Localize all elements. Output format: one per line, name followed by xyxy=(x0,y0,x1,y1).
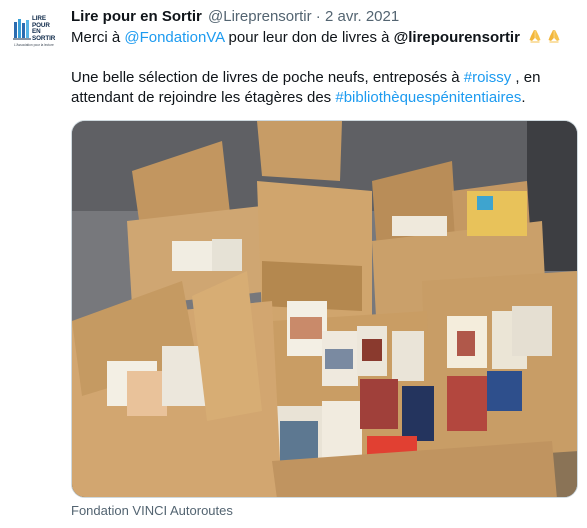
tweet-text-segment: Merci à xyxy=(71,29,125,46)
logo-line-3: SORTIR xyxy=(32,34,56,42)
tweet-photo[interactable] xyxy=(71,120,578,498)
tweet-header: Lire pour en Sortir @Lireprensortir · 2 … xyxy=(71,7,399,27)
avatar[interactable]: LIRE POUR EN SORTIR L'Association pour l… xyxy=(10,10,58,58)
tweet-date[interactable]: 2 avr. 2021 xyxy=(325,8,399,25)
tweet-text-segment: attendant de rejoindre les étagères des xyxy=(71,89,336,106)
folded-hands-emoji xyxy=(529,30,541,43)
logo-tagline: L'Association pour la lecture xyxy=(14,43,54,47)
tweet-text-segment: , en xyxy=(511,69,541,86)
hashtag-roissy[interactable]: #roissy xyxy=(464,69,512,86)
tweet-line-1: Merci à @FondationVA pour leur don de li… xyxy=(71,28,579,48)
hashtag-bibliotheques-penitentiaires[interactable]: #bibliothèquespénitentiaires xyxy=(335,89,521,106)
tweet-line-2: Une belle sélection de livres de poche n… xyxy=(71,68,579,88)
lire-pour-en-sortir-logo: LIRE POUR EN SORTIR L'Association pour l… xyxy=(10,10,58,58)
tweet-text-segment: pour leur don de livres à xyxy=(224,29,394,46)
mention-lirepourensortir[interactable]: @lirepourensortir xyxy=(394,29,520,46)
author-name[interactable]: Lire pour en Sortir xyxy=(71,8,202,25)
tweet-line-3: attendant de rejoindre les étagères des … xyxy=(71,88,579,108)
tweet-text-segment: Une belle sélection de livres de poche n… xyxy=(71,69,464,86)
mention-fondationva[interactable]: @FondationVA xyxy=(124,29,224,46)
photo-caption: Fondation VINCI Autoroutes xyxy=(71,503,233,518)
tweet-card[interactable]: LIRE POUR EN SORTIR L'Association pour l… xyxy=(0,0,587,528)
author-handle[interactable]: @Lireprensortir xyxy=(208,8,312,25)
tweet-text-segment: . xyxy=(521,89,526,106)
header-separator: · xyxy=(315,8,321,25)
folded-hands-emoji xyxy=(548,30,560,43)
tweet-text: Merci à @FondationVA pour leur don de li… xyxy=(71,28,579,108)
boxes-of-books-photo xyxy=(72,121,577,497)
logo-line-2: POUR EN xyxy=(32,21,50,36)
